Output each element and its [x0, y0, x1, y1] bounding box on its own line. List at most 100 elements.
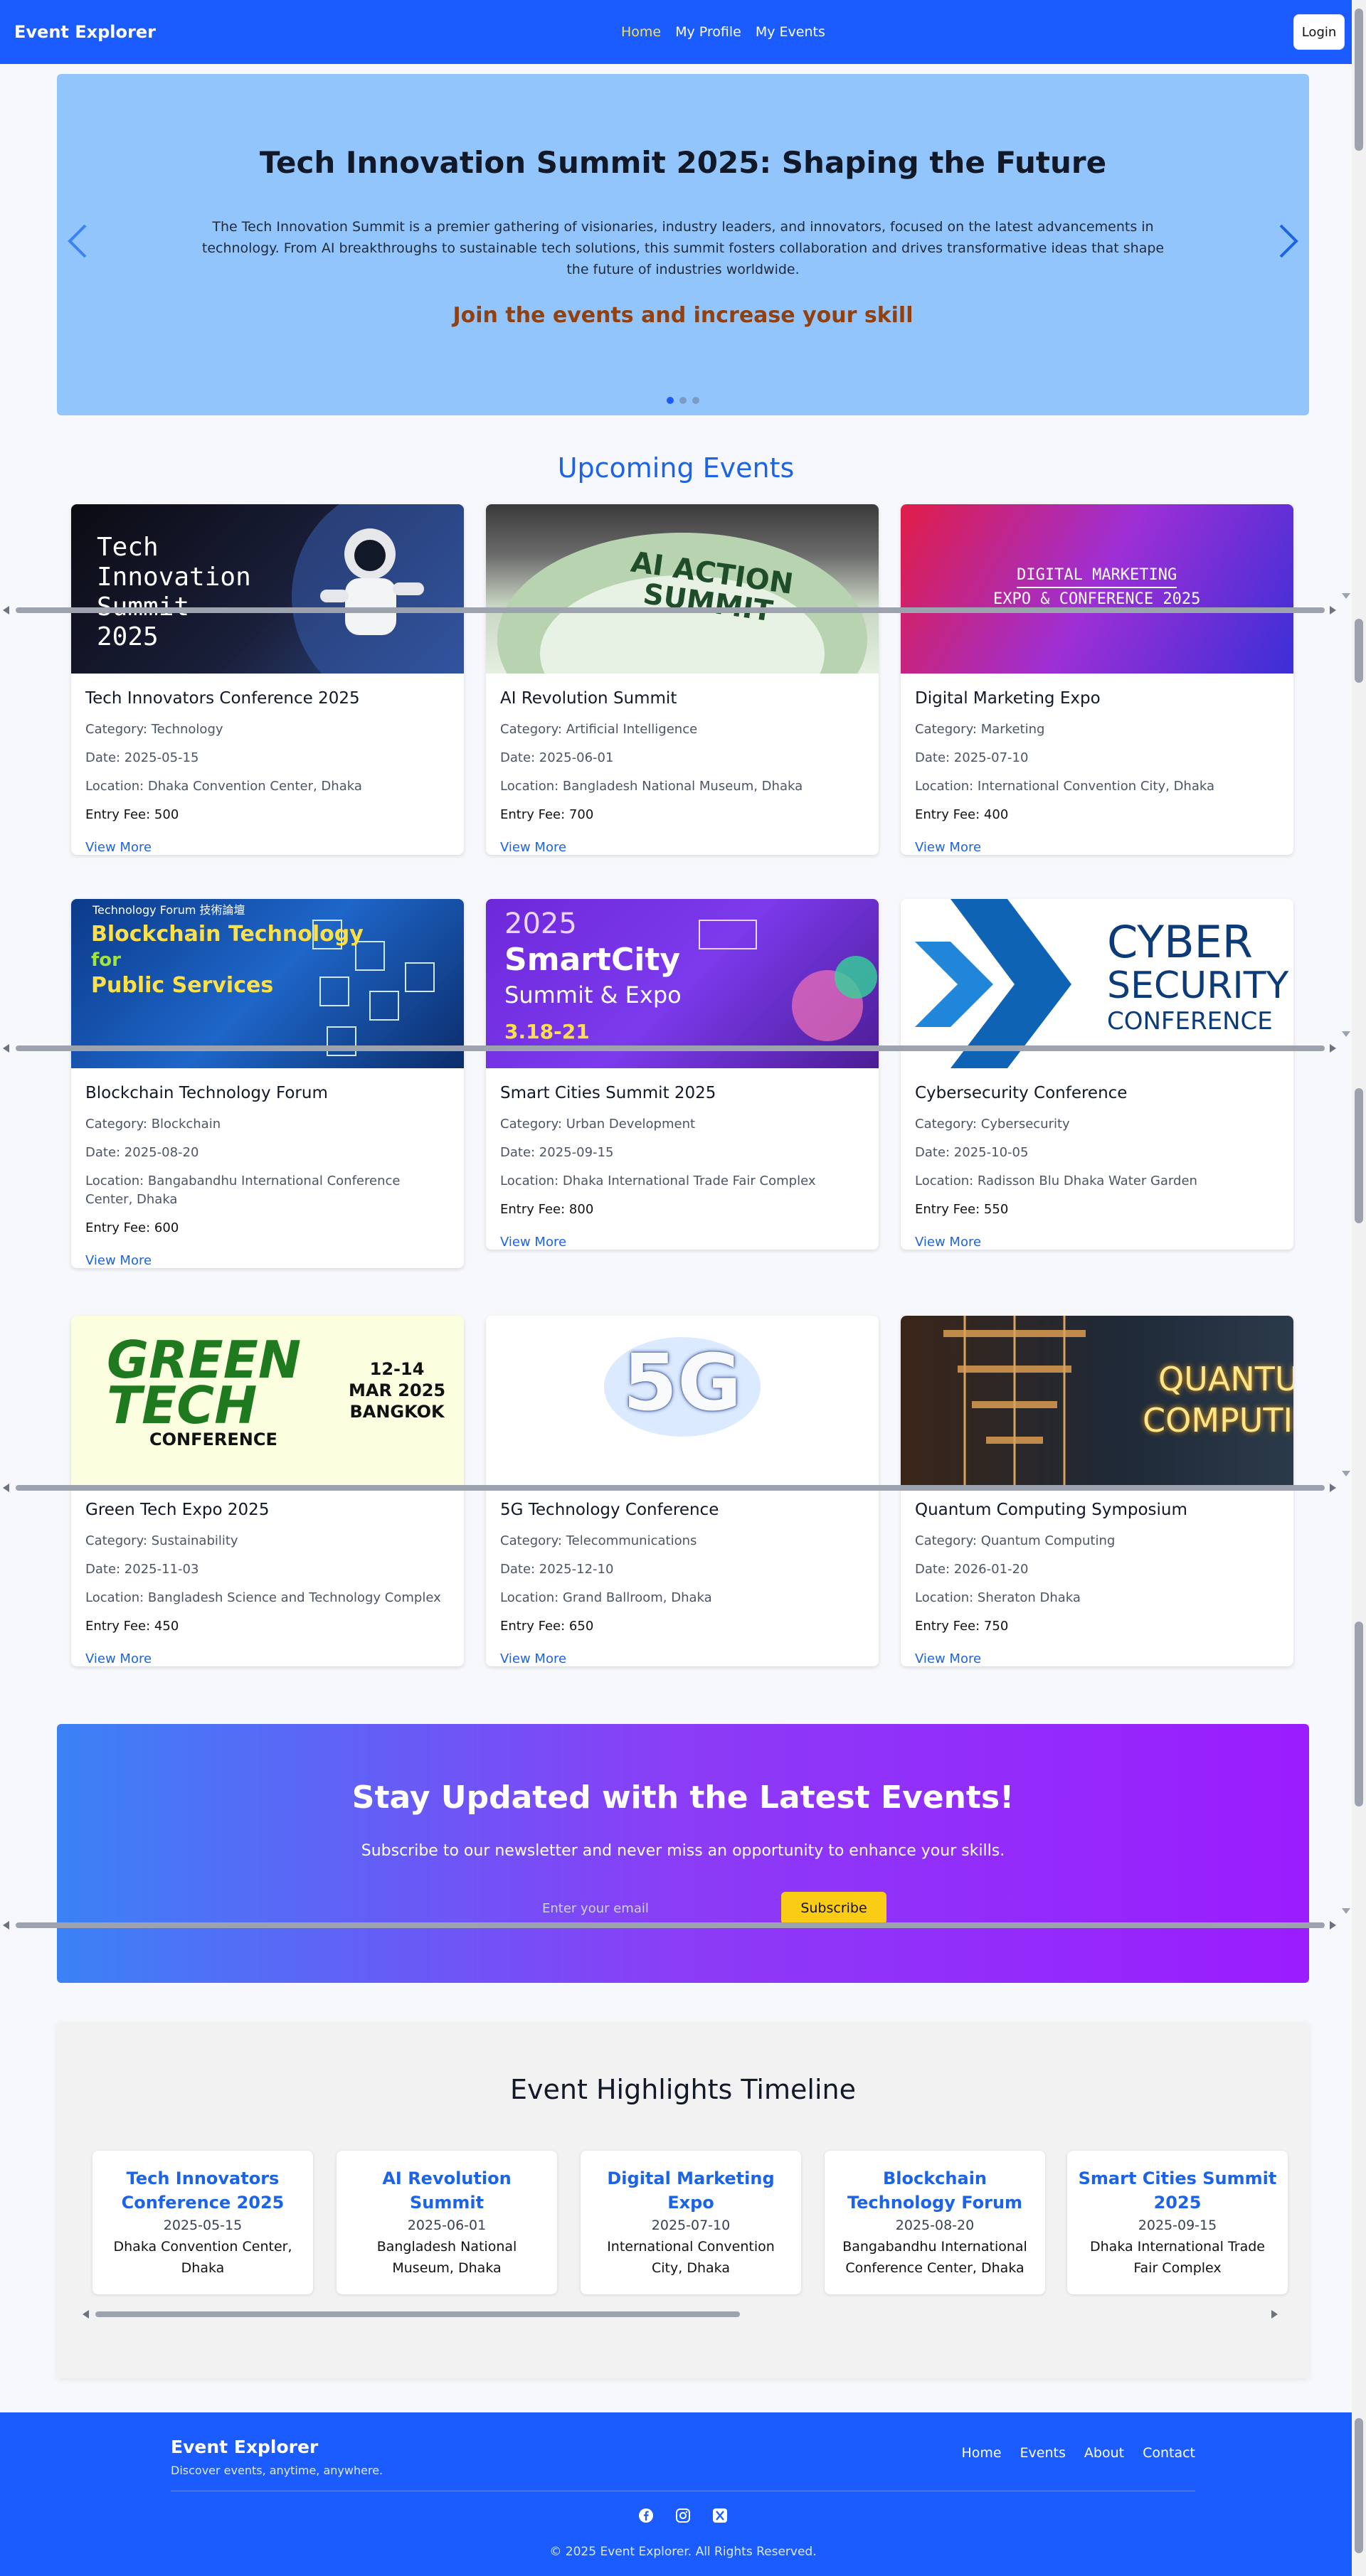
- view-more-link[interactable]: View More: [915, 1651, 1279, 1666]
- x-icon[interactable]: [712, 2508, 728, 2523]
- view-more-link[interactable]: View More: [915, 1235, 1279, 1250]
- carousel-indicators: [57, 397, 1309, 404]
- event-image: 5G: [486, 1316, 879, 1485]
- image-text: Innovation: [97, 563, 251, 592]
- event-fee: Entry Fee: 750: [915, 1619, 1009, 1634]
- scrollbar-track[interactable]: [16, 1485, 1325, 1491]
- image-text: Technology Forum 技術論壇: [92, 903, 245, 917]
- timeline-event-location: International Convention City, Dhaka: [607, 2239, 775, 2276]
- footer-link-contact[interactable]: Contact: [1143, 2445, 1195, 2461]
- scroll-right-icon[interactable]: [1271, 2310, 1278, 2319]
- view-more-link[interactable]: View More: [915, 840, 1279, 855]
- horizontal-scrollbar[interactable]: [0, 593, 1352, 617]
- horizontal-scrollbar[interactable]: [0, 1031, 1352, 1055]
- page-scrollbar[interactable]: [1352, 0, 1366, 2576]
- scrollbar-track[interactable]: [16, 607, 1325, 613]
- login-button[interactable]: Login: [1293, 14, 1345, 50]
- image-text: Blockchain Technology: [91, 922, 364, 947]
- timeline-title: Event Highlights Timeline: [510, 2074, 856, 2105]
- scroll-right-icon[interactable]: [1330, 1921, 1336, 1930]
- scroll-right-icon[interactable]: [1330, 606, 1336, 614]
- image-text: CONFERENCE: [1107, 1007, 1273, 1036]
- event-location: Location: Sheraton Dhaka: [915, 1590, 1081, 1605]
- footer-link-events[interactable]: Events: [1020, 2445, 1066, 2461]
- timeline-event-name[interactable]: Smart Cities Summit 2025: [1077, 2166, 1278, 2215]
- nav-link-home[interactable]: Home: [621, 24, 661, 40]
- scroll-left-icon[interactable]: [3, 1484, 9, 1492]
- scrollbar-thumb[interactable]: [1355, 1622, 1363, 1806]
- scroll-right-icon[interactable]: [1330, 1044, 1336, 1053]
- scroll-left-icon[interactable]: [3, 606, 9, 614]
- event-date: Date: 2025-09-15: [500, 1145, 614, 1160]
- event-date: Date: 2025-10-05: [915, 1145, 1029, 1160]
- timeline-event-name[interactable]: Digital Marketing Expo: [591, 2166, 791, 2215]
- event-category: Category: Technology: [85, 722, 223, 737]
- view-more-link[interactable]: View More: [85, 840, 450, 855]
- nav-link-my-profile[interactable]: My Profile: [675, 24, 741, 40]
- event-fee: Entry Fee: 700: [500, 807, 594, 822]
- horizontal-scrollbar[interactable]: [0, 1908, 1352, 1932]
- view-more-link[interactable]: View More: [500, 1651, 864, 1666]
- scrollbar-thumb[interactable]: [1355, 9, 1363, 151]
- event-location: Location: Bangabandhu International Conf…: [85, 1173, 401, 1207]
- event-date: Date: 2025-11-03: [85, 1562, 199, 1577]
- timeline-section: Event Highlights Timeline Tech Innovator…: [57, 2023, 1309, 2378]
- image-text: SmartCity: [504, 942, 681, 978]
- scrollbar-thumb[interactable]: [95, 2311, 740, 2317]
- scrollbar-thumb[interactable]: [1355, 619, 1363, 683]
- horizontal-scrollbar[interactable]: [0, 1471, 1352, 1495]
- view-more-link[interactable]: View More: [500, 840, 864, 855]
- event-date: Date: 2025-07-10: [915, 750, 1029, 765]
- view-more-link[interactable]: View More: [85, 1253, 450, 1268]
- event-category: Category: Telecommunications: [500, 1533, 697, 1548]
- scroll-down-icon[interactable]: [1342, 593, 1350, 599]
- timeline-event-name[interactable]: AI Revolution Summit: [346, 2166, 547, 2215]
- nav-link-my-events[interactable]: My Events: [756, 24, 825, 40]
- instagram-icon[interactable]: [675, 2508, 691, 2523]
- image-text: BANGKOK: [349, 1402, 445, 1422]
- hero-title: Tech Innovation Summit 2025: Shaping the…: [259, 145, 1107, 180]
- timeline-event-name[interactable]: Tech Innovators Conference 2025: [102, 2166, 303, 2215]
- event-card: AI ACTION SUMMIT AI Revolution Summit Ca…: [486, 504, 879, 855]
- facebook-icon[interactable]: [638, 2508, 654, 2523]
- scroll-left-icon[interactable]: [3, 1921, 9, 1930]
- carousel-dot[interactable]: [679, 397, 687, 404]
- timeline-card: Smart Cities Summit 2025 2025-09-15 Dhak…: [1067, 2151, 1288, 2294]
- event-date: Date: 2025-12-10: [500, 1562, 614, 1577]
- chevron-left-icon[interactable]: [64, 220, 92, 262]
- image-text: QUANTUM: [1158, 1360, 1293, 1398]
- carousel-dot[interactable]: [667, 397, 674, 404]
- scroll-down-icon[interactable]: [1342, 1031, 1350, 1037]
- view-more-link[interactable]: View More: [85, 1651, 450, 1666]
- footer-link-home[interactable]: Home: [961, 2445, 1001, 2461]
- scrollbar-thumb[interactable]: [1355, 2418, 1363, 2553]
- event-fee: Entry Fee: 600: [85, 1220, 179, 1235]
- scroll-left-icon[interactable]: [3, 1044, 9, 1053]
- timeline-card: Tech Innovators Conference 2025 2025-05-…: [92, 2151, 313, 2294]
- event-location: Location: Bangladesh Science and Technol…: [85, 1590, 441, 1605]
- scroll-right-icon[interactable]: [1330, 1484, 1336, 1492]
- footer-link-about[interactable]: About: [1084, 2445, 1124, 2461]
- scroll-left-icon[interactable]: [83, 2310, 89, 2319]
- brand-logo[interactable]: Event Explorer: [14, 22, 156, 42]
- carousel-dot[interactable]: [692, 397, 699, 404]
- image-text: MAR 2025: [349, 1380, 446, 1400]
- timeline-event-location: Dhaka International Trade Fair Complex: [1090, 2239, 1265, 2276]
- timeline-scrollbar[interactable]: [83, 2307, 1278, 2321]
- scrollbar-thumb[interactable]: [1355, 1088, 1363, 1223]
- view-more-link[interactable]: View More: [500, 1235, 864, 1250]
- scroll-down-icon[interactable]: [1342, 1908, 1350, 1914]
- event-title: Smart Cities Summit 2025: [500, 1084, 716, 1102]
- event-date: Date: 2026-01-20: [915, 1562, 1029, 1577]
- scrollbar-track[interactable]: [16, 1045, 1325, 1051]
- scroll-down-icon[interactable]: [1342, 1471, 1350, 1476]
- footer-links: Home Events About Contact: [961, 2445, 1195, 2461]
- timeline-event-date: 2025-05-15: [163, 2218, 243, 2233]
- image-text: 2025: [504, 908, 577, 940]
- newsletter-subtitle: Subscribe to our newsletter and never mi…: [361, 1842, 1005, 1860]
- timeline-event-name[interactable]: Blockchain Technology Forum: [835, 2166, 1035, 2215]
- event-image: QUANTUM COMPUTING: [901, 1316, 1293, 1485]
- chevron-right-icon[interactable]: [1274, 220, 1302, 262]
- navbar: Event Explorer Home My Profile My Events…: [0, 0, 1352, 64]
- scrollbar-track[interactable]: [16, 1922, 1325, 1928]
